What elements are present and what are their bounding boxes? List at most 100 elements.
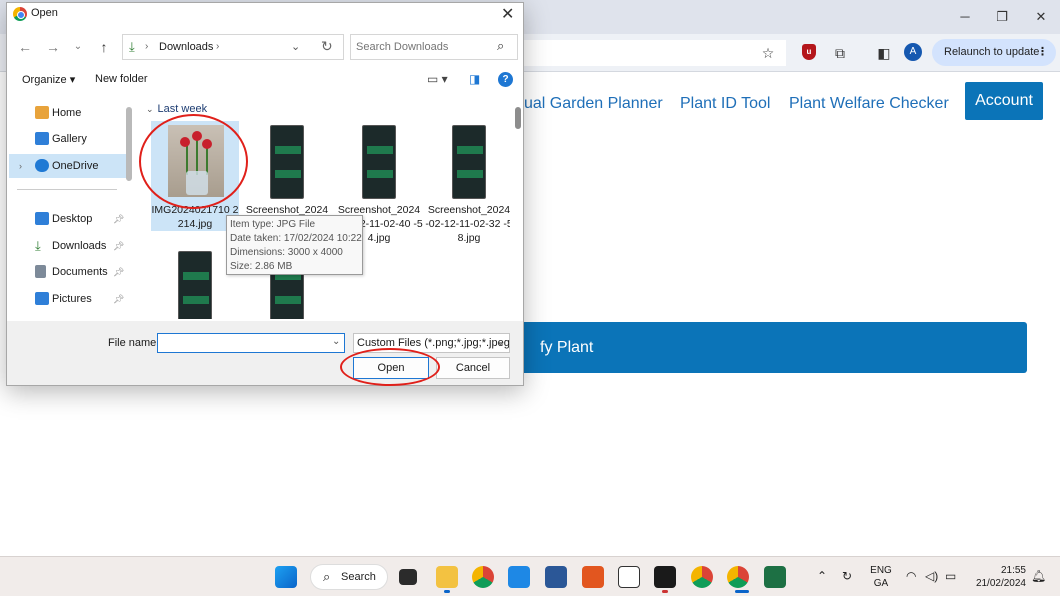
battery-icon[interactable]: ▭ — [945, 569, 956, 583]
sidebar-item-label: Gallery — [52, 133, 87, 145]
expand-chevron-icon[interactable]: › — [19, 154, 22, 178]
downloads-icon: ⤓ — [35, 238, 41, 253]
sidebar-item-gallery[interactable]: Gallery — [9, 127, 129, 151]
file-type-filter-label: Custom Files (*.png;*.jpg;*.jpeg — [357, 337, 510, 349]
windows-taskbar: ⌕ Search ⌃ ↻ ENG GA ◠ ◁) ▭ 21:55 21/02/2… — [0, 556, 1060, 596]
relaunch-button[interactable]: Relaunch to update ⋮ — [932, 39, 1056, 66]
recent-locations-chevron-icon[interactable]: ⌄ — [69, 38, 87, 56]
new-folder-button[interactable]: New folder — [95, 73, 148, 85]
forward-arrow-icon[interactable]: → — [44, 38, 62, 56]
system-clock[interactable]: 21:55 21/02/2024 — [968, 564, 1026, 590]
identify-plant-button[interactable]: fy Plant — [500, 322, 1027, 373]
restore-icon[interactable]: ❐ — [990, 8, 1014, 26]
file-list: ⌄ Last week IMG2024021710 2214.jpg Screen… — [140, 95, 510, 319]
more-menu-icon[interactable]: ⋮ — [1037, 39, 1048, 66]
sidebar-item-documents[interactable]: Documents 📌︎ — [9, 260, 129, 284]
chrome-profile-icon[interactable] — [691, 566, 713, 588]
sidebar-item-label: OneDrive — [52, 160, 99, 172]
sync-icon[interactable]: ↻ — [842, 569, 852, 583]
file-type-filter-select[interactable]: Custom Files (*.png;*.jpg;*.jpeg ⌄ — [353, 333, 510, 353]
wifi-icon[interactable]: ◠ — [906, 569, 916, 583]
chrome-active-icon[interactable] — [727, 566, 749, 588]
nav-garden-planner[interactable]: ual Garden Planner — [524, 95, 663, 113]
view-options-icon[interactable]: ▭ ▾ — [427, 72, 448, 86]
volume-icon[interactable]: ◁) — [925, 569, 938, 583]
tooltip-size: Size: 2.86 MB — [230, 261, 293, 272]
downloads-icon: ⤓ — [129, 39, 135, 54]
chevron-down-icon[interactable]: ⌄ — [332, 336, 340, 347]
close-icon[interactable]: ✕ — [501, 4, 514, 24]
notion-icon[interactable] — [618, 566, 640, 588]
pin-icon: 📌︎ — [113, 294, 125, 304]
pin-icon: 📌︎ — [113, 267, 125, 277]
dialog-search-field[interactable]: ⌕ — [350, 34, 518, 60]
bookmark-star-icon[interactable]: ☆ — [758, 43, 778, 63]
profile-avatar[interactable]: A — [904, 43, 922, 61]
breadcrumb-separator-icon: › — [216, 41, 220, 52]
keyboard-layout: GA — [873, 578, 889, 589]
sidebar-item-downloads[interactable]: ⤓ Downloads 📌︎ — [9, 234, 129, 258]
open-file-dialog: Open ✕ ← → ⌄ ↑ ⤓ › Downloads › ⌄ ↻ ⌕ Org… — [6, 2, 524, 386]
sticky-notes-icon[interactable] — [654, 566, 676, 588]
documents-icon — [35, 265, 46, 278]
account-button[interactable]: Account — [965, 82, 1043, 120]
dialog-title-bar: Open ✕ — [7, 3, 523, 25]
search-input[interactable] — [356, 39, 496, 55]
sidebar-item-pictures[interactable]: Pictures 📌︎ — [9, 287, 129, 311]
side-panel-icon[interactable]: ◧ — [874, 43, 894, 63]
language-indicator[interactable]: ENG GA — [866, 564, 896, 590]
minimize-icon[interactable]: ─ — [953, 8, 977, 26]
preview-pane-icon[interactable]: ◨ — [469, 72, 480, 86]
clock-time: 21:55 — [1000, 565, 1026, 576]
sidebar-item-onedrive[interactable]: › OneDrive — [9, 154, 129, 178]
word-icon[interactable] — [545, 566, 567, 588]
dialog-command-bar: Organize ▾ New folder ▭ ▾ ◨ ? — [7, 67, 523, 93]
ublock-extension-icon[interactable]: u — [802, 44, 816, 60]
address-bar[interactable] — [510, 40, 786, 66]
extensions-icon[interactable]: ⧉ — [830, 43, 850, 63]
group-header[interactable]: ⌄ Last week — [146, 103, 207, 115]
chrome-icon[interactable] — [472, 566, 494, 588]
nav-pane-scrollbar[interactable] — [126, 107, 132, 181]
search-icon: ⌕ — [497, 38, 505, 53]
tulip-photo-thumbnail — [168, 125, 224, 197]
cancel-button[interactable]: Cancel — [436, 357, 510, 379]
show-hidden-icons-chevron-icon[interactable]: ⌃ — [817, 569, 827, 583]
screenshot-thumbnail — [362, 125, 396, 199]
chevron-down-icon[interactable]: ⌄ — [291, 40, 300, 53]
sidebar-item-label: Documents — [52, 266, 108, 278]
back-arrow-icon[interactable]: ← — [16, 38, 34, 56]
sidebar-item-label: Desktop — [52, 213, 93, 225]
taskbar-search[interactable]: ⌕ Search — [310, 564, 388, 590]
start-windows-icon[interactable] — [275, 566, 297, 588]
breadcrumb-downloads[interactable]: Downloads — [159, 41, 213, 53]
task-view-icon[interactable] — [399, 569, 417, 585]
close-window-icon[interactable]: ✕ — [1029, 8, 1053, 26]
file-list-scrollbar[interactable] — [515, 107, 521, 129]
chrome-logo-icon — [13, 7, 27, 21]
dialog-title: Open — [31, 7, 58, 19]
organize-menu[interactable]: Organize ▾ — [22, 73, 75, 86]
help-icon[interactable]: ? — [498, 72, 513, 87]
open-button[interactable]: Open — [353, 357, 429, 379]
active-indicator — [662, 590, 668, 593]
file-explorer-icon[interactable] — [436, 566, 458, 588]
file-name: Screenshot_2024 -02-12-11-02-32 -58.jpg — [425, 204, 510, 244]
screenshot-thumbnail — [270, 125, 304, 199]
dialog-address-bar[interactable]: ⤓ › Downloads › ⌄ ↻ — [122, 34, 344, 60]
notification-bell-icon[interactable]: 🔔︎ — [1031, 569, 1046, 583]
nav-plant-id-tool[interactable]: Plant ID Tool — [680, 95, 770, 113]
dialog-footer: File name: ⌄ Custom Files (*.png;*.jpg;*… — [7, 321, 523, 385]
sidebar-item-desktop[interactable]: Desktop 📌︎ — [9, 207, 129, 231]
sidebar-item-home[interactable]: Home — [9, 101, 129, 125]
excel-icon[interactable] — [764, 566, 786, 588]
refresh-icon[interactable]: ↻ — [321, 38, 333, 55]
dialog-nav-row: ← → ⌄ ↑ ⤓ › Downloads › ⌄ ↻ ⌕ — [7, 31, 523, 63]
up-arrow-icon[interactable]: ↑ — [95, 38, 113, 56]
vscode-icon[interactable] — [508, 566, 530, 588]
nav-plant-welfare-checker[interactable]: Plant Welfare Checker — [789, 95, 949, 113]
ubuntu-icon[interactable] — [582, 566, 604, 588]
file-name-input[interactable] — [157, 333, 345, 353]
clock-date: 21/02/2024 — [975, 578, 1026, 589]
file-item[interactable]: Screenshot_2024 -02-12-11-02-32 -58.jpg — [425, 121, 510, 244]
